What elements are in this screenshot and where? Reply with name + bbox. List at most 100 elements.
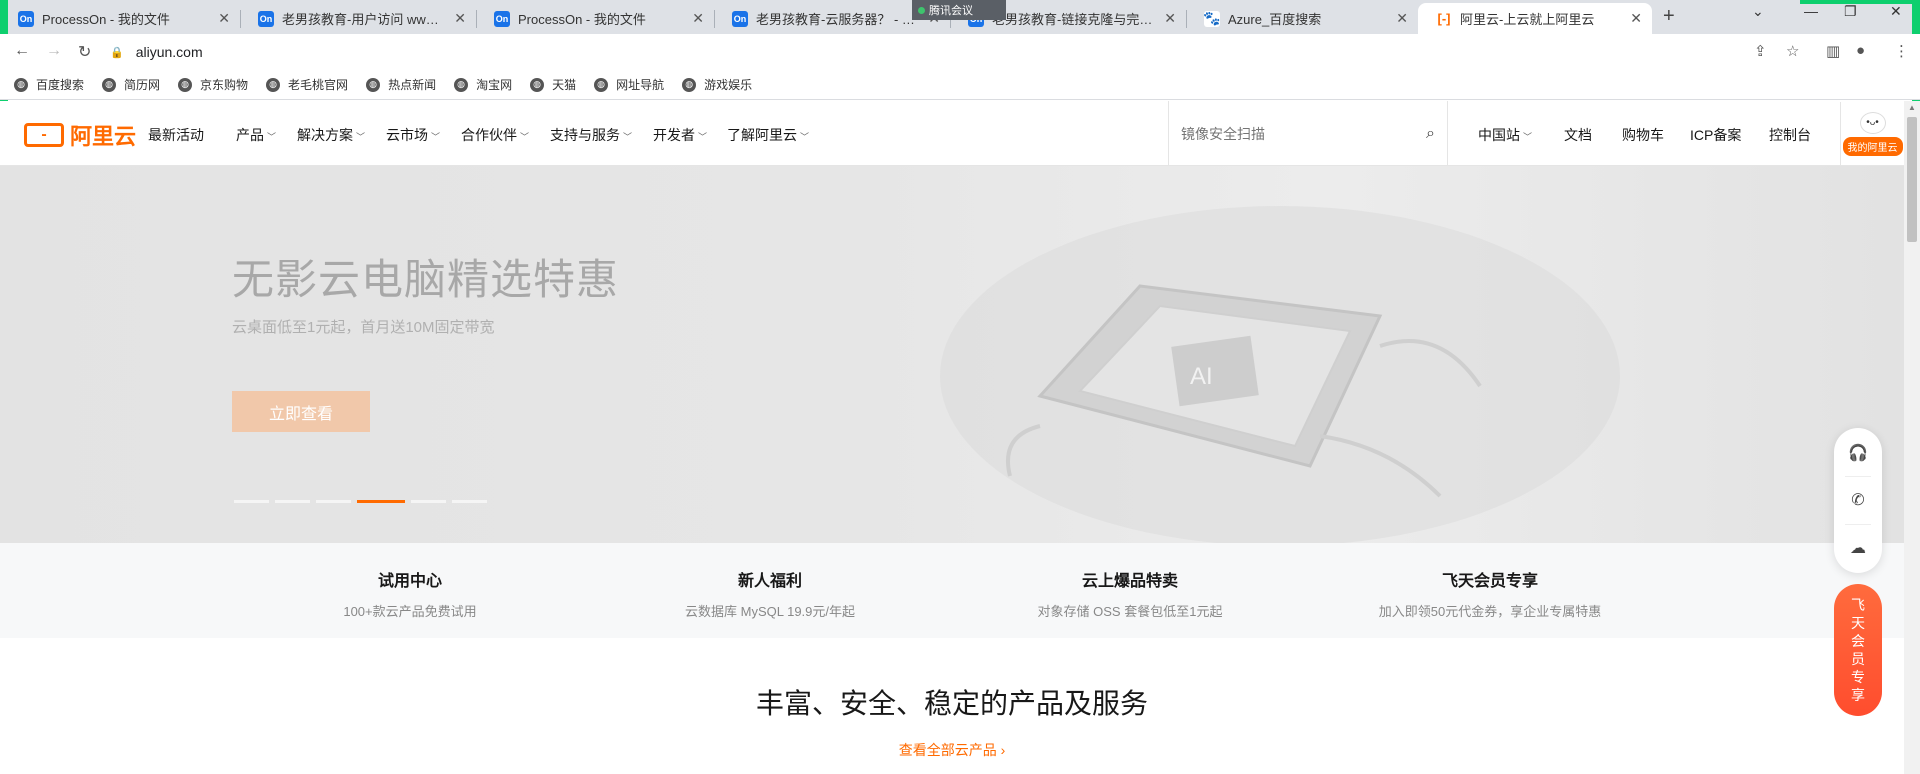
close-icon[interactable]: ✕ [454,10,466,27]
carousel-dot[interactable] [411,500,446,503]
profile-icon[interactable]: ● [1856,42,1865,59]
vip-member-button[interactable]: 飞天会员专享 [1834,584,1882,716]
menu-item[interactable]: 开发者 ﹀ [653,125,707,145]
browser-tab[interactable]: On ProcessOn - 我的文件 ✕ [476,3,714,34]
cloud-icon[interactable]: ☁ [1850,538,1866,558]
view-all-products-link[interactable]: 查看全部云产品 › [0,740,1904,760]
tab-search-icon[interactable]: ⌄ [1752,3,1764,20]
aliyun-logo[interactable]: - 阿里云 [24,119,136,151]
bookmark-label: 天猫 [552,78,577,92]
tab-title: 老男孩教育-链接克隆与完整克隆 [992,12,1156,27]
menu-item[interactable]: 解决方案 ﹀ [297,125,365,145]
chevron-down-icon: ﹀ [698,132,708,142]
bookmark-item[interactable]: ◍ 天猫 [530,76,576,93]
promo-title: 飞天会员专享 [1441,573,1538,590]
icp-link[interactable]: ICP备案 [1690,125,1741,145]
meeting-label: 腾讯会议 [929,5,973,17]
screen-share-frame [1800,0,1920,4]
promo-card[interactable]: 新人福利 云数据库 MySQL 19.9元/年起 [590,543,950,638]
menu-item[interactable]: 产品 ﹀ [236,125,276,145]
cart-link[interactable]: 购物车 [1622,125,1664,145]
menu-item[interactable]: 支持与服务 ﹀ [550,125,632,145]
more-menu-icon[interactable]: ⋮ [1894,42,1909,60]
browser-tab[interactable]: On ProcessOn - 我的文件 ✕ [0,3,240,34]
carousel-indicators [234,500,487,503]
menu-item[interactable]: 合作伙伴 ﹀ [461,125,529,145]
close-icon[interactable]: ✕ [1630,10,1642,27]
bookmark-label: 百度搜索 [36,78,85,92]
promo-card[interactable]: 飞天会员专享 加入即领50元代金券，享企业专属特惠 [1310,543,1670,638]
restore-icon[interactable]: ❐ [1844,3,1857,20]
menu-item[interactable]: 云市场 ﹀ [386,125,440,145]
my-aliyun[interactable]: •ᴗ• 我的阿里云 [1840,102,1904,165]
carousel-dot[interactable] [275,500,310,503]
side-panel-icon[interactable]: ▥ [1826,42,1840,60]
region-selector[interactable]: 中国站 ﹀ [1478,125,1532,145]
scrollbar-thumb[interactable] [1907,117,1917,242]
globe-icon: ◍ [682,77,697,92]
bookmark-item[interactable]: ◍ 热点新闻 [366,76,436,93]
close-icon[interactable]: ✕ [1396,10,1408,27]
tab-title: ProcessOn - 我的文件 [42,12,170,27]
window-close-icon[interactable]: ✕ [1890,3,1902,20]
bookmark-item[interactable]: ◍ 简历网 [102,76,160,93]
bookmark-star-icon[interactable]: ☆ [1786,42,1799,60]
promo-title: 云上爆品特卖 [1081,573,1178,590]
chip-label: AI [1190,363,1213,390]
browser-tab[interactable]: On 老男孩教育-用户访问 www.oldb ✕ [240,3,476,34]
site-search: ⌕ [1168,101,1448,166]
floating-toolbar: 🎧 ✆ ☁ [1834,428,1882,573]
menu-item[interactable]: 了解阿里云 ﹀ [727,125,809,145]
bookmark-item[interactable]: ◍ 老毛桃官网 [266,76,348,93]
minimize-icon[interactable]: — [1804,3,1818,19]
back-icon[interactable]: ← [14,42,30,60]
carousel-dot[interactable] [234,500,269,503]
url-text[interactable]: aliyun.com [136,44,203,60]
page-scrollbar[interactable]: ▲ [1904,101,1920,774]
console-link[interactable]: 控制台 [1769,125,1811,145]
customer-service-icon[interactable]: 🎧 [1848,443,1868,463]
bookmark-item[interactable]: ◍ 网址导航 [594,76,664,93]
globe-icon: ◍ [102,77,117,92]
share-icon[interactable]: ⇪ [1754,42,1767,60]
processon-icon: On [258,10,274,27]
promo-card[interactable]: 云上爆品特卖 对象存储 OSS 套餐包低至1元起 [950,543,1310,638]
bookmark-item[interactable]: ◍ 淘宝网 [454,76,512,93]
browser-tab-active[interactable]: [-] 阿里云-上云就上阿里云 ✕ [1418,3,1652,34]
hero-illustration: AI [940,206,1620,543]
forward-icon[interactable]: → [46,42,62,60]
carousel-dot[interactable] [452,500,487,503]
address-bar[interactable]: 🔒 aliyun.com [110,38,1800,66]
chevron-down-icon: ﹀ [623,132,633,142]
meeting-overlay[interactable]: 腾讯会议 [912,0,1006,20]
chevron-down-icon: ﹀ [356,132,366,142]
close-icon[interactable]: ✕ [218,10,230,27]
search-icon[interactable]: ⌕ [1426,125,1435,143]
section-title: 丰富、安全、稳定的产品及服务 [755,688,1148,719]
bookmark-item[interactable]: ◍ 百度搜索 [14,76,84,93]
promo-card[interactable]: 试用中心 100+款云产品免费试用 [230,543,590,638]
globe-icon: ◍ [454,77,469,92]
search-input[interactable] [1181,125,1427,142]
new-tab-icon[interactable]: + [1663,5,1675,28]
scroll-up-icon[interactable]: ▲ [1908,103,1916,112]
close-icon[interactable]: ✕ [1164,10,1176,27]
menu-item[interactable]: 最新活动 [148,125,204,145]
bookmark-label: 简历网 [124,78,161,92]
carousel-dot-active[interactable] [357,500,405,503]
bookmark-label: 淘宝网 [476,78,513,92]
hero-cta-button[interactable]: 立即查看 [232,391,370,432]
docs-link[interactable]: 文档 [1564,125,1592,145]
tab-title: 老男孩教育-用户访问 www.oldb [282,12,447,27]
browser-tab[interactable]: 🐾 Azure_百度搜索 ✕ [1186,3,1418,34]
close-icon[interactable]: ✕ [692,10,704,27]
carousel-dot[interactable] [316,500,351,503]
reload-icon[interactable]: ↻ [78,42,91,62]
aliyun-logo-icon: - [24,123,64,147]
globe-icon: ◍ [366,77,381,92]
bookmark-item[interactable]: ◍ 游戏娱乐 [682,76,752,93]
hero-title: 无影云电脑精选特惠 [232,256,620,303]
phone-icon[interactable]: ✆ [1851,490,1864,510]
bookmark-item[interactable]: ◍ 京东购物 [178,76,248,93]
chevron-down-icon: ﹀ [520,132,530,142]
